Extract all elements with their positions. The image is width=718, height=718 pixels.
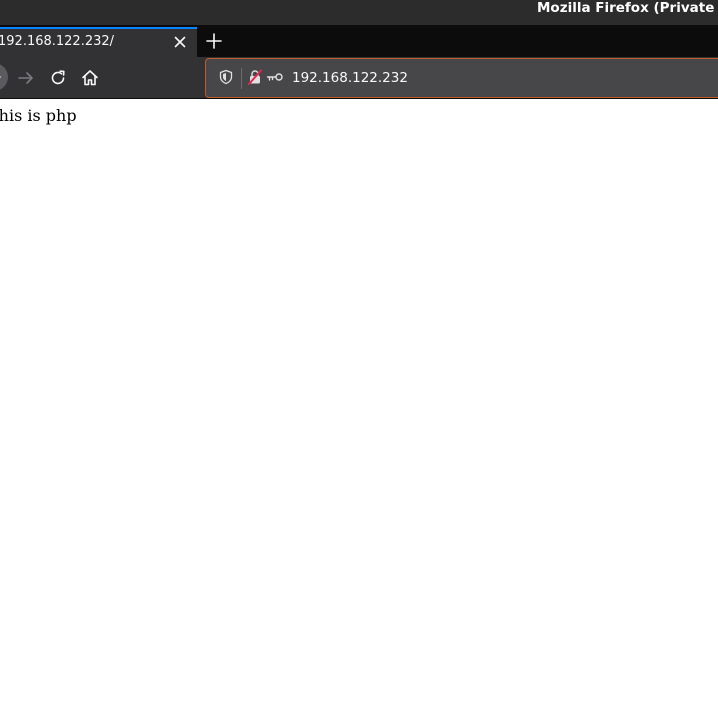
back-arrow-icon: [0, 76, 1, 78]
new-tab-button[interactable]: [204, 31, 224, 51]
home-button[interactable]: [80, 68, 100, 88]
key-icon[interactable]: [266, 69, 284, 85]
tab-active[interactable]: 192.168.122.232/: [0, 27, 197, 57]
back-button[interactable]: [0, 63, 8, 91]
reload-button[interactable]: [48, 68, 68, 88]
tracking-protection-shield-icon[interactable]: [218, 69, 234, 85]
page-content: This is php: [0, 99, 718, 718]
close-icon[interactable]: [172, 34, 188, 50]
window-titlebar[interactable]: Mozilla Firefox (Private Browsing): [0, 0, 718, 25]
page-body-text: This is php: [0, 106, 77, 125]
navigation-toolbar: 192.168.122.232: [0, 57, 718, 98]
reload-icon: [51, 70, 65, 85]
home-icon: [82, 70, 98, 86]
urlbar-separator: [241, 68, 242, 89]
forward-button[interactable]: [16, 68, 36, 88]
insecure-connection-lock-icon[interactable]: [247, 69, 263, 85]
window-title: Mozilla Firefox (Private Browsing): [537, 0, 718, 16]
url-input[interactable]: 192.168.122.232: [292, 70, 408, 86]
tab-strip: 192.168.122.232/: [0, 25, 718, 57]
plus-icon: [206, 33, 222, 49]
forward-arrow-icon: [18, 72, 33, 84]
tab-title: 192.168.122.232/: [0, 34, 115, 49]
address-bar[interactable]: 192.168.122.232: [205, 58, 718, 98]
